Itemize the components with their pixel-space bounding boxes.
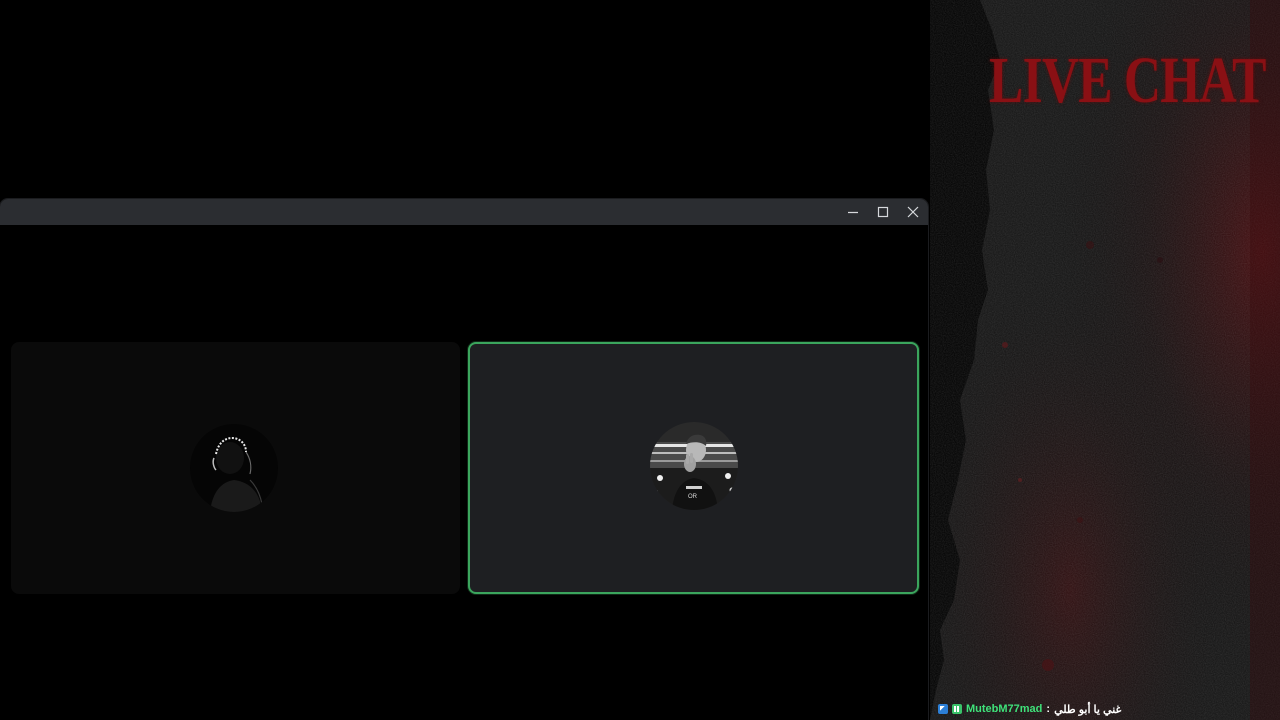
screen: LIVE CHAT MutebM77mad : غني يا أبو طلي O…: [0, 0, 1280, 720]
chat-separator: :: [1046, 703, 1051, 715]
window-titlebar[interactable]: [0, 199, 928, 225]
silhouette-avatar: [189, 424, 278, 512]
maximize-button[interactable]: [868, 199, 898, 225]
broadcaster-badge-icon: [952, 704, 962, 714]
moderator-badge-icon: [938, 704, 948, 714]
live-chat-title: LIVE CHAT: [989, 44, 1266, 117]
svg-text:OR: OR: [688, 494, 698, 500]
close-icon: [907, 206, 919, 218]
chat-message: MutebM77mad : غني يا أبو طلي: [938, 702, 1121, 716]
participant-tile[interactable]: [11, 342, 460, 594]
maximize-icon: [877, 206, 889, 218]
live-chat-overlay: LIVE CHAT MutebM77mad : غني يا أبو طلي: [930, 0, 1280, 720]
minimize-button[interactable]: [838, 199, 868, 225]
driver-photo-avatar: OR: [649, 422, 738, 510]
voice-call-grid: OR: [0, 225, 928, 720]
minimize-icon: [848, 211, 858, 214]
participant-tile-speaking[interactable]: OR: [468, 342, 919, 594]
chat-text: غني يا أبو طلي: [1054, 703, 1122, 716]
close-button[interactable]: [898, 199, 928, 225]
call-window: OR: [0, 199, 928, 720]
chat-username: MutebM77mad: [966, 703, 1043, 715]
